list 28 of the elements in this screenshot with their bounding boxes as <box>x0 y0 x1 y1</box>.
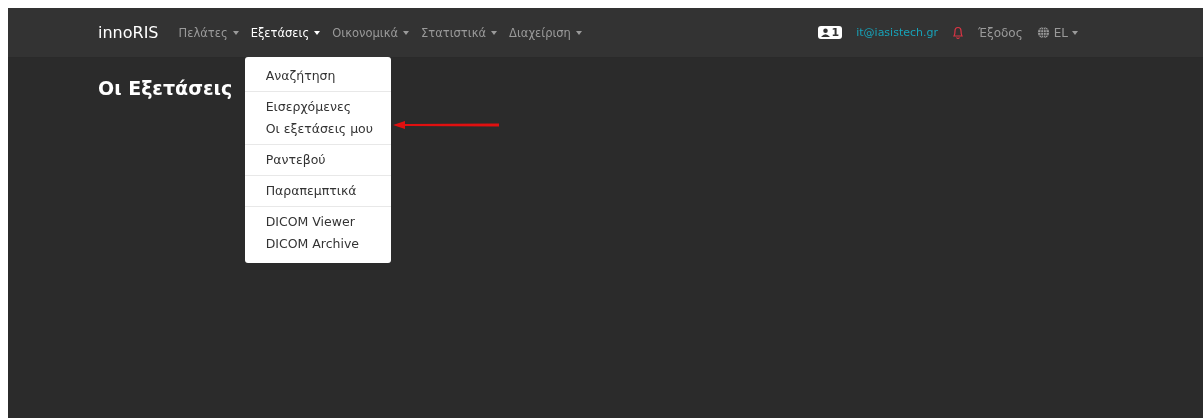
nav-menu[interactable]: Οικονομικά <box>332 25 409 40</box>
menu-item[interactable]: Οι εξετάσεις μου <box>244 117 391 140</box>
language-code: EL <box>1053 25 1068 40</box>
brand-logo[interactable]: innoRIS <box>98 23 159 42</box>
nav-menu[interactable]: Διαχείριση <box>509 25 582 40</box>
menu-item[interactable]: Ραντεβού <box>244 148 391 171</box>
nav-menu[interactable]: Στατιστικά <box>421 25 498 40</box>
caret-icon <box>491 30 498 35</box>
user-email-link[interactable]: it@iasistech.gr <box>856 26 938 39</box>
caret-icon <box>314 30 321 35</box>
caret-icon <box>1072 30 1078 35</box>
caret-icon <box>575 30 582 35</box>
caret-icon <box>232 30 239 35</box>
menu-item[interactable]: DICOM Archive <box>244 232 391 255</box>
page-title: Οι Εξετάσεις <box>98 77 233 99</box>
nav-menu[interactable]: Εξετάσεις <box>250 25 321 40</box>
menu-item[interactable]: DICOM Viewer <box>244 210 391 233</box>
logout-link[interactable]: Έξοδος <box>978 25 1023 40</box>
bell-icon[interactable] <box>952 25 964 40</box>
menu-item[interactable]: Αναζήτηση <box>244 64 391 87</box>
user-icon <box>820 28 830 37</box>
caret-icon <box>403 30 409 35</box>
language-menu[interactable]: EL <box>1036 25 1078 40</box>
badge-count: 1 <box>831 26 840 39</box>
nav-menu[interactable]: Πελάτες <box>178 25 239 40</box>
menu-item[interactable]: Εισερχόμενες <box>244 95 391 118</box>
globe-icon <box>1036 26 1050 39</box>
menu-item[interactable]: Παραπεμπτικά <box>244 179 391 202</box>
